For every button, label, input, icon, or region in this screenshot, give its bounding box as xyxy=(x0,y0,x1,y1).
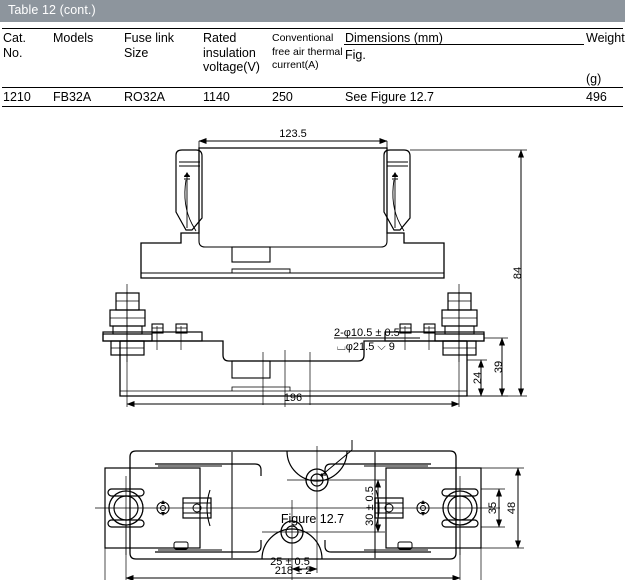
dim-label-39: 39 xyxy=(493,361,505,373)
cell-rated-insulation-voltage: 1140 xyxy=(203,90,230,104)
drawing-canvas: 123.5 196 84 39 24 2-φ10.5 ± 0.5 ⌴φ21.5 … xyxy=(95,128,527,580)
cell-models: FB32A xyxy=(53,90,92,104)
column-header-dimensions: Dimensions (mm) xyxy=(345,31,443,45)
table-rule-middle xyxy=(2,87,623,88)
housing-block xyxy=(119,341,468,397)
dim-label-84: 84 xyxy=(512,267,524,279)
hole-callout-line-2: ⌴φ21.5 ⌵ 9 xyxy=(337,341,395,353)
plan-view xyxy=(95,337,524,580)
column-header-weight-unit: (g) xyxy=(586,72,602,86)
table-title: Table 12 (cont.) xyxy=(8,3,96,17)
left-terminal-bolt xyxy=(102,284,153,362)
column-header-dimensions-fig: Fig. xyxy=(345,48,366,62)
right-terminal-plan xyxy=(324,463,479,555)
technical-drawing: 123.5 196 84 39 24 2-φ10.5 ± 0.5 ⌴φ21.5 … xyxy=(0,110,625,580)
body-tab xyxy=(231,246,271,263)
column-header-models: Models xyxy=(53,31,94,45)
table-header-band: Table 12 (cont.) xyxy=(0,0,625,22)
cell-cat-no: 1210 xyxy=(3,90,31,104)
column-header-cat-no: Cat. No. xyxy=(3,31,26,60)
front-elevation-view xyxy=(102,138,527,407)
hole-callout-leader xyxy=(320,337,420,477)
cell-dimensions-figure-ref: See Figure 12.7 xyxy=(345,90,434,104)
column-header-fuse-link-size: Fuse link Size xyxy=(124,31,175,60)
left-blade-clip xyxy=(175,149,203,232)
housing-notch xyxy=(120,340,467,362)
body-outline xyxy=(140,147,445,279)
dim-label-196: 196 xyxy=(284,392,302,404)
housing-foot xyxy=(231,360,271,379)
dim-label-218: 218 ± 2 xyxy=(275,565,312,577)
table-rule-top xyxy=(2,28,623,29)
column-header-rated-insulation-voltage: Rated insulation voltage(V) xyxy=(203,31,260,74)
dim-label-24: 24 xyxy=(472,372,484,384)
body-shoulder xyxy=(198,233,388,248)
right-blade-clip xyxy=(383,149,411,232)
dim-label-123-5: 123.5 xyxy=(279,128,307,140)
table-rule-bottom xyxy=(2,106,623,107)
cell-weight: 496 xyxy=(586,90,607,104)
cell-conventional-current: 250 xyxy=(272,90,293,104)
hole-callout-line-1: 2-φ10.5 ± 0.5 xyxy=(334,327,400,339)
dim-196 xyxy=(126,292,460,407)
column-header-weight: Weight xyxy=(586,31,625,45)
cell-fuse-link-size: RO32A xyxy=(124,90,165,104)
left-terminal-plan xyxy=(107,463,262,555)
base-plate-step xyxy=(231,268,291,273)
figure-caption: Figure 12.7 xyxy=(280,512,345,526)
right-terminal-bolt xyxy=(434,284,485,362)
column-header-conventional-free-air-thermal-current: Conventional free air thermal current(A) xyxy=(272,32,343,71)
housing-base-step xyxy=(231,386,291,391)
